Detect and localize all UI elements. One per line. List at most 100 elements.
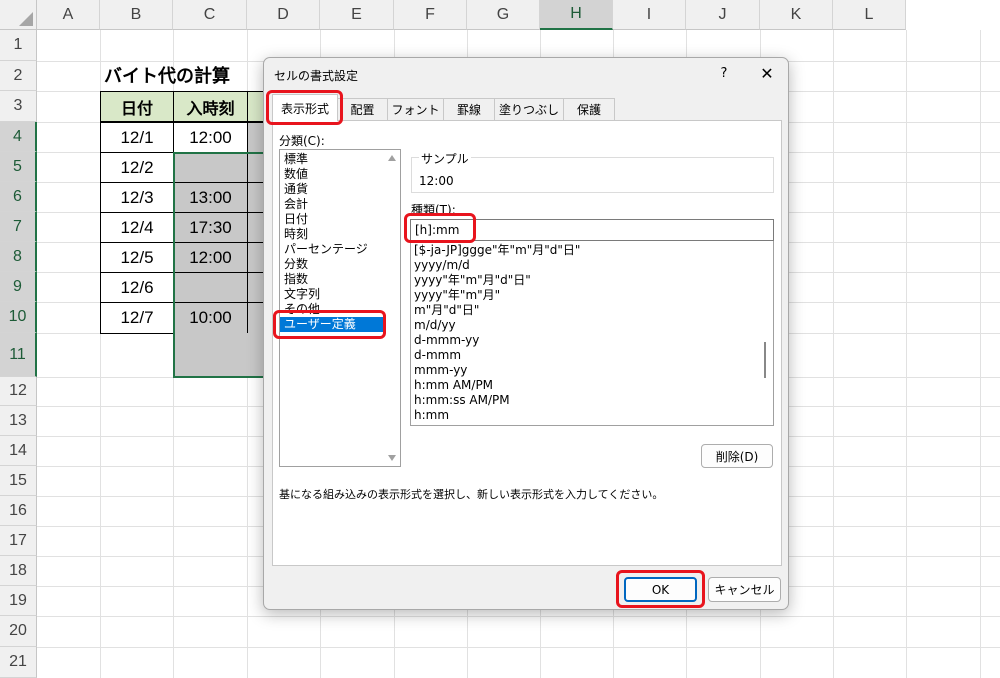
row-header[interactable]: 4 — [0, 122, 37, 152]
column-header[interactable]: C — [173, 0, 247, 30]
delete-button[interactable]: 削除(D) — [701, 444, 773, 468]
column-header[interactable]: I — [613, 0, 686, 30]
format-item[interactable]: mmm-yy — [411, 363, 773, 378]
category-item[interactable]: 時刻 — [280, 227, 400, 242]
column-header[interactable]: D — [247, 0, 320, 30]
format-item[interactable]: h:mm:ss AM/PM — [411, 393, 773, 408]
close-icon[interactable]: ✕ — [756, 62, 778, 84]
column-header[interactable]: F — [394, 0, 467, 30]
category-item[interactable]: 会計 — [280, 197, 400, 212]
gridline-vertical — [980, 30, 981, 678]
category-scrollbar[interactable] — [384, 150, 400, 466]
type-input[interactable]: [h]:mm — [410, 219, 774, 241]
row-header[interactable]: 14 — [0, 436, 37, 466]
category-list[interactable]: 標準 数値 通貨 会計 日付 時刻 パーセンテージ 分数 指数 文字列 その他 ユーザー定義 — [279, 149, 401, 467]
row-header[interactable]: 13 — [0, 406, 37, 436]
row-header[interactable]: 8 — [0, 242, 37, 272]
format-item[interactable]: d-mmm — [411, 348, 773, 363]
column-header[interactable]: B — [100, 0, 173, 30]
row-header[interactable]: 20 — [0, 616, 37, 647]
select-all-triangle-icon — [19, 12, 33, 26]
cancel-button[interactable]: キャンセル — [708, 577, 781, 602]
date-cell[interactable]: 12/5 — [100, 242, 174, 273]
gridline-vertical — [833, 30, 834, 678]
scroll-up-icon[interactable] — [388, 155, 396, 161]
tab-fill[interactable]: 塗りつぶし — [494, 98, 564, 120]
date-cell[interactable]: 12/6 — [100, 272, 174, 303]
format-item[interactable]: h:mm — [411, 408, 773, 423]
row-header[interactable]: 5 — [0, 152, 37, 182]
format-item[interactable]: h:mm AM/PM — [411, 378, 773, 393]
row-header[interactable]: 11 — [0, 333, 37, 377]
row-header[interactable]: 21 — [0, 647, 37, 678]
row-header[interactable]: 6 — [0, 182, 37, 212]
column-header[interactable]: J — [686, 0, 760, 30]
sample-value: 12:00 — [419, 174, 454, 188]
sheet-title[interactable]: バイト代の計算 — [104, 62, 230, 88]
format-list-scroll-thumb[interactable] — [764, 342, 766, 378]
date-cell[interactable]: 12/3 — [100, 182, 174, 213]
row-header[interactable]: 16 — [0, 496, 37, 526]
row-header[interactable]: 15 — [0, 466, 37, 496]
category-item[interactable]: 日付 — [280, 212, 400, 227]
column-header[interactable]: A — [37, 0, 100, 30]
format-item[interactable]: yyyy/m/d — [411, 258, 773, 273]
gridline-vertical — [906, 30, 907, 678]
date-cell[interactable]: 12/4 — [100, 212, 174, 243]
format-item[interactable]: m/d/yy — [411, 318, 773, 333]
tab-alignment[interactable]: 配置 — [337, 98, 388, 120]
category-item[interactable]: 標準 — [280, 152, 400, 167]
row-header[interactable]: 7 — [0, 212, 37, 242]
gridline-horizontal — [37, 616, 1000, 617]
tab-number[interactable]: 表示形式 — [272, 94, 338, 121]
sample-label: サンプル — [419, 150, 471, 167]
format-item[interactable]: d-mmm-yy — [411, 333, 773, 348]
date-cell[interactable]: 12/7 — [100, 302, 174, 334]
entry-time-cell[interactable]: 12:00 — [173, 122, 248, 153]
column-header[interactable]: E — [320, 0, 394, 30]
row-header[interactable]: 3 — [0, 91, 37, 122]
type-label: 種類(T): — [411, 203, 456, 217]
row-header[interactable]: 2 — [0, 61, 37, 91]
format-cells-dialog: セルの書式設定 ? ✕ 表示形式 配置 フォント 罫線 塗りつぶし 保護 分類(… — [263, 57, 789, 610]
row-header[interactable]: 9 — [0, 272, 37, 302]
category-item[interactable]: ユーザー定義 — [280, 317, 384, 332]
tab-border[interactable]: 罫線 — [443, 98, 495, 120]
row-header[interactable]: 19 — [0, 586, 37, 616]
date-cell[interactable]: 12/2 — [100, 152, 174, 183]
row-header[interactable]: 12 — [0, 377, 37, 406]
tab-protection[interactable]: 保護 — [563, 98, 615, 120]
dialog-title: セルの書式設定 — [274, 69, 359, 83]
ok-button[interactable]: OK — [624, 577, 697, 602]
date-cell[interactable]: 12/1 — [100, 122, 174, 153]
column-header[interactable]: L — [833, 0, 906, 30]
row-header[interactable]: 1 — [0, 30, 37, 61]
description-text: 基になる組み込みの表示形式を選択し、新しい表示形式を入力してください。 — [279, 488, 664, 501]
scroll-down-icon[interactable] — [388, 455, 396, 461]
format-list[interactable]: [$-ja-JP]ggge"年"m"月"d"日" yyyy/m/d yyyy"年"m… — [410, 241, 774, 426]
gridline-horizontal — [37, 647, 1000, 648]
category-item[interactable]: パーセンテージ — [280, 242, 400, 257]
row-header[interactable]: 17 — [0, 526, 37, 556]
column-header[interactable]: K — [760, 0, 833, 30]
select-all-button[interactable] — [0, 0, 37, 30]
category-item[interactable]: 指数 — [280, 272, 400, 287]
row-header[interactable]: 10 — [0, 302, 37, 333]
format-item[interactable]: [$-ja-JP]ggge"年"m"月"d"日" — [411, 243, 773, 258]
column-header[interactable]: G — [467, 0, 540, 30]
format-item[interactable]: m"月"d"日" — [411, 303, 773, 318]
format-item[interactable]: yyyy"年"m"月"d"日" — [411, 273, 773, 288]
header-date-cell[interactable]: 日付 — [100, 91, 174, 122]
category-item[interactable]: その他 — [280, 302, 400, 317]
row-header[interactable]: 18 — [0, 556, 37, 586]
category-item[interactable]: 数値 — [280, 167, 400, 182]
tab-font[interactable]: フォント — [387, 98, 444, 120]
selection-range — [173, 152, 268, 378]
format-item[interactable]: yyyy"年"m"月" — [411, 288, 773, 303]
category-item[interactable]: 分数 — [280, 257, 400, 272]
category-item[interactable]: 通貨 — [280, 182, 400, 197]
header-entry-time-cell[interactable]: 入時刻 — [173, 91, 248, 122]
column-header[interactable]: H — [540, 0, 613, 30]
category-item[interactable]: 文字列 — [280, 287, 400, 302]
help-button[interactable]: ? — [714, 62, 734, 84]
